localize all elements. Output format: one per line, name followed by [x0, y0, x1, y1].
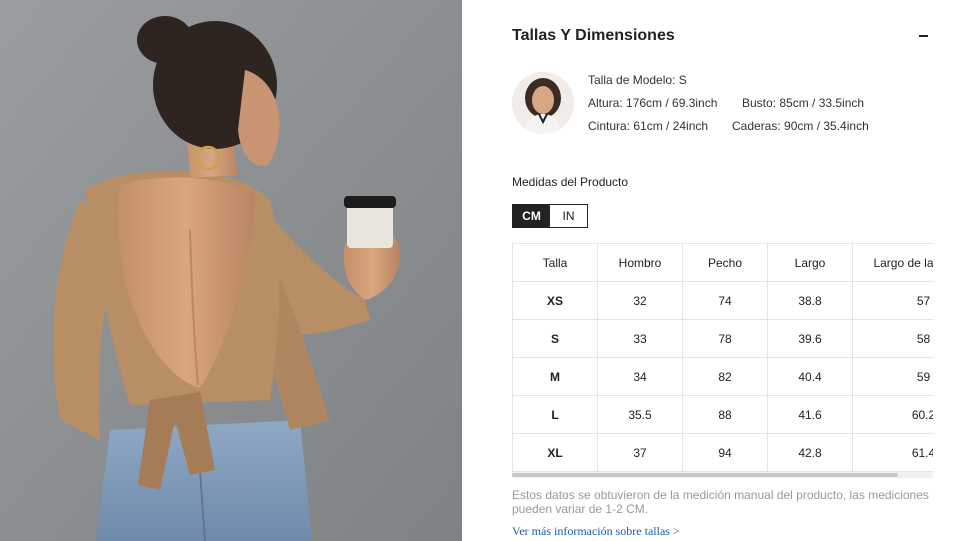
product-photo — [0, 0, 462, 541]
size-panel: Tallas Y Dimensiones Talla de Modelo: S … — [462, 0, 962, 541]
table-cell: 58 — [852, 319, 933, 358]
more-size-info-link[interactable]: Ver más información sobre tallas > — [512, 524, 680, 539]
model-hips: Caderas: 90cm / 35.4inch — [732, 119, 869, 133]
model-height: Altura: 176cm / 69.3inch — [588, 96, 718, 110]
table-cell: 60.2 — [852, 395, 933, 434]
table-row: S 33 78 39.6 58 — [512, 319, 933, 358]
table-row: XS 32 74 38.8 57 — [512, 281, 933, 320]
table-cell: 82 — [682, 357, 768, 396]
table-cell: 57 — [852, 281, 933, 320]
table-cell: 59 — [852, 357, 933, 396]
table-cell: 32 — [597, 281, 683, 320]
column-header: Talla — [512, 243, 598, 282]
table-cell: 39.6 — [767, 319, 853, 358]
horizontal-scrollbar[interactable] — [512, 472, 933, 478]
column-header: Largo — [767, 243, 853, 282]
scrollbar-thumb[interactable] — [512, 473, 898, 477]
model-portrait-image — [512, 72, 574, 134]
table-cell: 34 — [597, 357, 683, 396]
size-table: Talla Hombro Pecho Largo Largo de la man… — [512, 243, 933, 472]
model-waist: Cintura: 61cm / 24inch — [588, 119, 709, 133]
panel-title: Tallas Y Dimensiones — [512, 27, 675, 44]
table-cell: 42.8 — [767, 433, 853, 472]
table-cell: 35.5 — [597, 395, 683, 434]
model-avatar — [512, 72, 574, 134]
table-cell: 94 — [682, 433, 768, 472]
table-cell: 37 — [597, 433, 683, 472]
table-row: M 34 82 40.4 59 — [512, 357, 933, 396]
size-cell: XS — [512, 281, 598, 320]
unit-cm-button[interactable]: CM — [513, 205, 550, 227]
table-cell: 78 — [682, 319, 768, 358]
model-size: Talla de Modelo: S — [588, 73, 687, 87]
table-row: L 35.5 88 41.6 60.2 — [512, 395, 933, 434]
size-cell: S — [512, 319, 598, 358]
column-header: Pecho — [682, 243, 768, 282]
minus-icon[interactable] — [916, 26, 932, 46]
size-table-container[interactable]: Talla Hombro Pecho Largo Largo de la man… — [512, 243, 933, 479]
model-back-view-image — [0, 0, 462, 541]
column-header: Hombro — [597, 243, 683, 282]
product-measurements-title: Medidas del Producto — [512, 175, 629, 189]
measurement-note: Estos datos se obtuvieron de la medición… — [512, 488, 929, 516]
table-cell: 40.4 — [767, 357, 853, 396]
size-cell: XL — [512, 433, 598, 472]
table-row: XL 37 94 42.8 61.4 — [512, 433, 933, 472]
table-header-row: Talla Hombro Pecho Largo Largo de la man… — [512, 243, 933, 282]
unit-in-button[interactable]: IN — [550, 205, 587, 227]
size-cell: M — [512, 357, 598, 396]
table-cell: 33 — [597, 319, 683, 358]
table-cell: 41.6 — [767, 395, 853, 434]
table-cell: 74 — [682, 281, 768, 320]
table-cell: 38.8 — [767, 281, 853, 320]
table-cell: 61.4 — [852, 433, 933, 472]
table-cell: 88 — [682, 395, 768, 434]
size-cell: L — [512, 395, 598, 434]
unit-toggle: CM IN — [512, 204, 588, 228]
column-header: Largo de la manga — [852, 243, 933, 282]
model-bust: Busto: 85cm / 33.5inch — [742, 96, 865, 110]
